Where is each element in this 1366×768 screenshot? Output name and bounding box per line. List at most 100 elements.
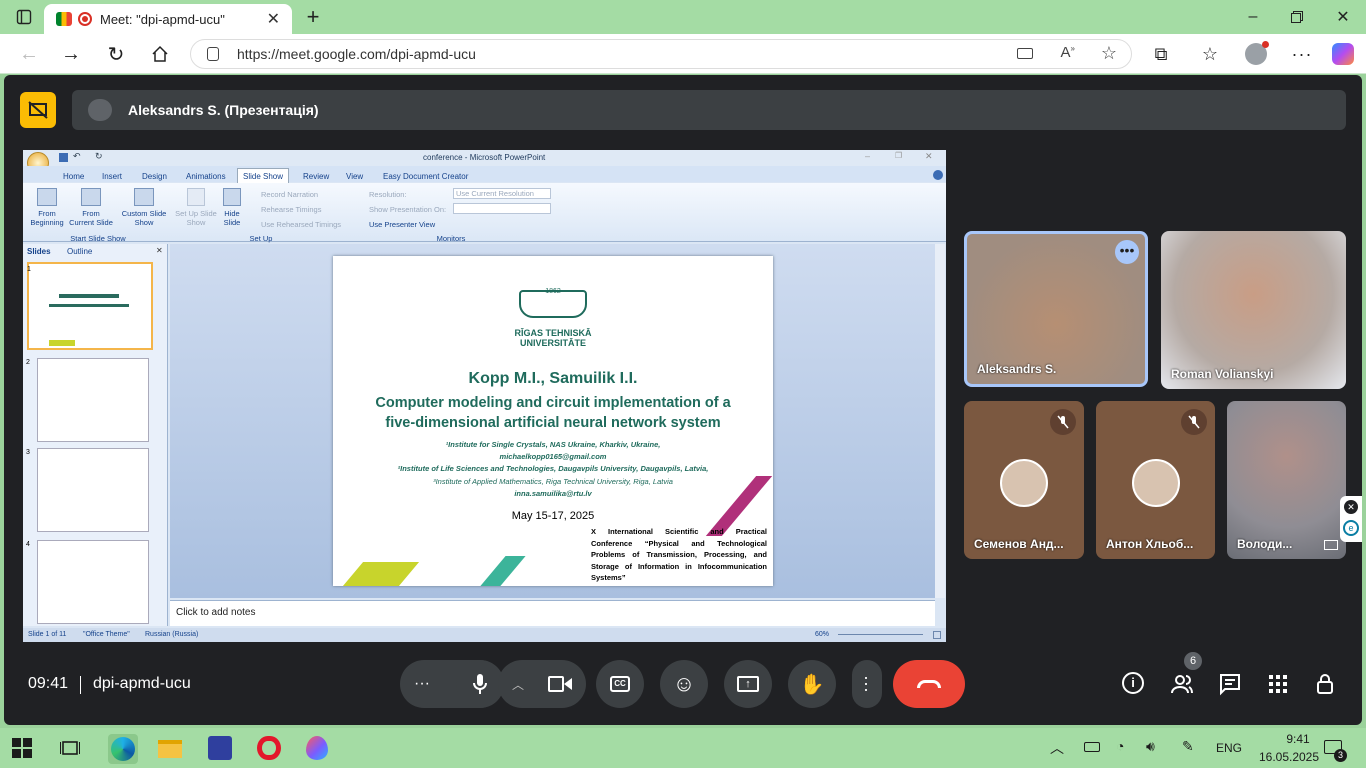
site-info-icon[interactable] — [207, 47, 219, 61]
fit-window-icon[interactable] — [933, 631, 941, 639]
opera-icon[interactable] — [257, 736, 283, 762]
back-icon[interactable]: ← — [16, 40, 42, 68]
notes-pane[interactable]: Click to add notes — [170, 600, 935, 626]
edge-taskbar-icon[interactable] — [108, 734, 138, 764]
new-tab-icon[interactable]: + — [300, 4, 326, 30]
more-options-button[interactable]: ··· — [400, 660, 504, 708]
ppt-restore-icon[interactable]: ❐ — [895, 151, 902, 160]
close-icon[interactable]: ✕ — [267, 9, 280, 29]
pane-close-icon[interactable]: ✕ — [156, 246, 163, 255]
battery-icon[interactable] — [1084, 742, 1100, 752]
tab-review[interactable]: Review — [303, 172, 329, 181]
edge-icon[interactable]: e — [1343, 520, 1359, 536]
file-explorer-icon[interactable] — [158, 738, 184, 764]
save-app-icon[interactable] — [208, 736, 234, 762]
profile-icon[interactable] — [1245, 41, 1269, 65]
slide-thumbnail-4[interactable]: 4 — [26, 540, 149, 624]
copilot-icon[interactable] — [1332, 43, 1354, 65]
set-up-show-button[interactable]: Set Up Slide Show — [173, 188, 219, 227]
paint-icon[interactable] — [306, 736, 332, 762]
more-vert-button[interactable]: ··· — [852, 660, 882, 708]
participant-tile-3[interactable]: Семенов Анд... — [964, 401, 1084, 559]
browser-tab-meet[interactable]: Meet: "dpi-apmd-ucu" ✕ — [44, 4, 292, 34]
show-hidden-icons[interactable]: ︿ — [1050, 738, 1064, 758]
clock-time[interactable]: 9:41 — [1268, 732, 1328, 746]
info-icon[interactable]: i — [1122, 672, 1146, 696]
ppt-close-icon[interactable]: ✕ — [925, 151, 933, 162]
minimize-icon[interactable]: – — [1240, 4, 1266, 30]
pane-tab-outline[interactable]: Outline — [67, 247, 92, 256]
help-icon[interactable] — [933, 170, 943, 180]
save-icon[interactable] — [59, 153, 68, 162]
tab-view[interactable]: View — [346, 172, 363, 181]
hang-up-button[interactable] — [893, 660, 965, 708]
tab-home[interactable]: Home — [63, 172, 84, 181]
home-icon[interactable] — [147, 40, 173, 68]
side-extension-panel[interactable]: ✕ e — [1340, 496, 1362, 542]
clock-date[interactable]: 16.05.2025 — [1254, 750, 1324, 764]
present-button[interactable]: ↑ — [724, 660, 772, 708]
refresh-icon[interactable]: ↻ — [103, 40, 129, 68]
participant-tile-2[interactable]: Roman Volianskyi — [1161, 231, 1346, 389]
from-beginning-button[interactable]: From Beginning — [27, 188, 67, 227]
participant-more-icon[interactable]: ••• — [1115, 240, 1139, 264]
people-icon[interactable] — [1170, 672, 1194, 696]
camera-button[interactable]: ︿ — [498, 660, 586, 708]
chat-icon[interactable] — [1218, 672, 1242, 696]
participant-tile-4[interactable]: Антон Хльоб... — [1096, 401, 1215, 559]
slide-thumbnail-3[interactable]: 3 — [26, 448, 149, 532]
status-zoom[interactable]: 60% — [815, 631, 829, 638]
volume-icon[interactable]: 🔊︎ — [1146, 738, 1155, 755]
favorites-icon[interactable]: ☆ — [1197, 40, 1223, 68]
mic-icon — [456, 660, 504, 708]
pane-tab-slides[interactable]: Slides — [27, 247, 51, 256]
emoji-button[interactable]: ☺ — [660, 660, 708, 708]
hide-slide-button[interactable]: Hide Slide — [219, 188, 245, 227]
forward-icon[interactable]: → — [58, 40, 84, 68]
window-close-icon[interactable]: ✕ — [1330, 4, 1356, 30]
tab-design[interactable]: Design — [142, 172, 167, 181]
slide-thumbnail-1[interactable]: 1 — [27, 262, 153, 350]
windows-start-icon[interactable] — [12, 738, 38, 764]
use-rehearsed-checkbox[interactable]: Use Rehearsed Timings — [261, 220, 341, 229]
slide-conference: X International Scientific and Practical… — [591, 527, 767, 582]
undo-icon[interactable]: ↶ — [73, 151, 81, 162]
vertical-scrollbar[interactable] — [935, 244, 945, 598]
task-view-icon[interactable] — [59, 738, 86, 764]
custom-show-button[interactable]: Custom Slide Show — [119, 188, 169, 227]
tab-animations[interactable]: Animations — [186, 172, 226, 181]
presenting-icon[interactable] — [20, 92, 56, 128]
activities-icon[interactable] — [1266, 672, 1290, 696]
restore-icon[interactable] — [1284, 4, 1310, 30]
pip-icon[interactable] — [1324, 540, 1338, 550]
more-icon[interactable]: ··· — [1289, 40, 1315, 68]
camera-icon[interactable] — [1017, 48, 1033, 59]
captions-button[interactable]: CC — [596, 660, 644, 708]
resolution-select[interactable]: Use Current Resolution — [453, 188, 551, 199]
rehearse-timings-button[interactable]: Rehearse Timings — [261, 205, 321, 214]
close-circle-icon[interactable]: ✕ — [1344, 500, 1358, 514]
raise-hand-button[interactable]: ✋ — [788, 660, 836, 708]
record-narration-button[interactable]: Record Narration — [261, 190, 318, 199]
current-slide[interactable]: 1862 RĪGAS TEHNISKĀ UNIVERSITĀTE Kopp M.… — [333, 256, 773, 586]
zoom-slider[interactable] — [838, 634, 923, 635]
participant-tile-1[interactable]: ••• Aleksandrs S. — [964, 231, 1148, 387]
read-aloud-icon[interactable]: A» — [1061, 44, 1075, 61]
slide-thumbnail-2[interactable]: 2 — [26, 358, 149, 442]
extensions-icon[interactable]: ⧉ — [1148, 40, 1174, 68]
tab-insert[interactable]: Insert — [102, 172, 122, 181]
pen-icon[interactable]: ✎ — [1182, 738, 1194, 755]
favorite-icon[interactable]: ☆ — [1101, 43, 1117, 64]
tab-easy-document-creator[interactable]: Easy Document Creator — [383, 172, 468, 181]
ppt-minimize-icon[interactable]: – — [865, 151, 870, 161]
show-on-select[interactable] — [453, 203, 551, 214]
participant-tile-5[interactable]: Володи... — [1227, 401, 1346, 559]
language-indicator[interactable]: ENG — [1216, 741, 1242, 755]
wifi-icon[interactable]: ◔ — [1116, 738, 1124, 754]
redo-icon[interactable]: ↻ — [95, 151, 103, 162]
tab-actions-icon[interactable] — [12, 6, 36, 28]
address-bar[interactable]: https://meet.google.com/dpi-apmd-ucu A» … — [190, 39, 1132, 69]
presenter-view-checkbox[interactable]: Use Presenter View — [369, 220, 435, 229]
host-controls-icon[interactable] — [1314, 672, 1338, 696]
from-current-button[interactable]: From Current Slide — [69, 188, 113, 227]
